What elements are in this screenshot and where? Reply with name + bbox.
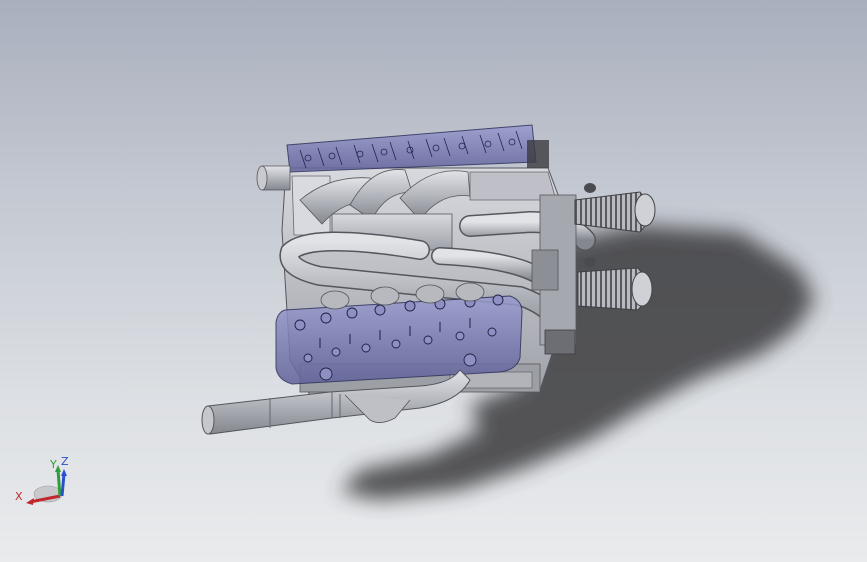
z-axis-arrow	[60, 473, 66, 497]
x-axis-label: X	[15, 490, 23, 503]
z-axis-label: Z	[61, 455, 69, 468]
air-filter-upper[interactable]	[574, 183, 656, 233]
graphics-viewport[interactable]: X Y Z	[0, 0, 867, 562]
engine-model-scene[interactable]	[0, 0, 867, 562]
lower-valve-cover[interactable]	[275, 294, 523, 385]
y-axis-arrow	[56, 469, 62, 497]
orientation-triad: X Y Z	[15, 455, 69, 505]
upper-valve-cover[interactable]	[286, 124, 549, 173]
z-axis-arrowhead	[61, 469, 67, 476]
y-axis-label: Y	[49, 458, 57, 471]
upper-left-pipe-stub[interactable]	[256, 165, 291, 191]
x-axis-arrowhead	[26, 498, 34, 505]
